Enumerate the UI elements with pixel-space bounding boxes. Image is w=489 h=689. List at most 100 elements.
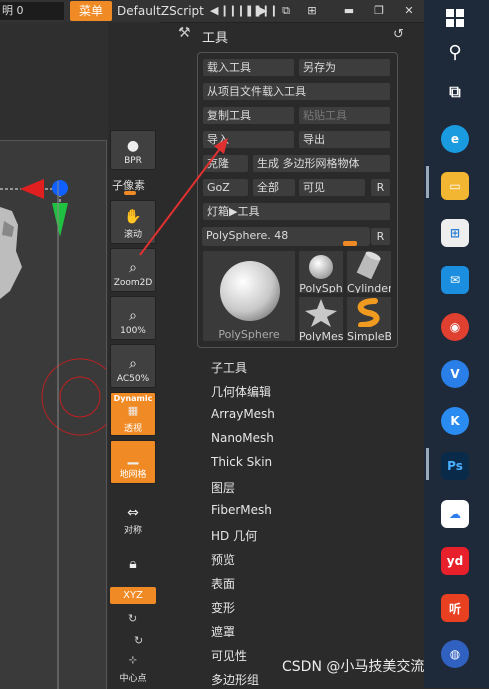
menu-nanomesh[interactable]: NanoMesh <box>211 431 274 445</box>
reset-icon[interactable]: ↺ <box>393 27 404 42</box>
listen-app-icon[interactable]: 听 <box>441 594 469 622</box>
symmetry-arrows-icon: ⇔ <box>127 505 139 521</box>
menu-geometry[interactable]: 几何体编辑 <box>211 383 271 400</box>
menu-subtool[interactable]: 子工具 <box>211 359 247 376</box>
zoom100-button[interactable]: ⌕ 100% <box>110 296 156 340</box>
thumb-simpleb[interactable]: SimpleB <box>346 296 392 342</box>
menu-button[interactable]: 菜单 <box>70 1 112 21</box>
sphere-icon <box>309 255 333 279</box>
copy-tool-button[interactable]: 复制工具 <box>202 106 295 125</box>
goz-all-button[interactable]: 全部 <box>252 178 296 197</box>
goz-button[interactable]: GoZ <box>202 178 249 197</box>
viewport-gizmo <box>0 179 106 689</box>
thumb-cylinder[interactable]: Cylinder <box>346 250 392 294</box>
photoshop-icon[interactable]: Ps <box>441 452 469 480</box>
layout-icon[interactable]: ⧉ <box>276 3 296 19</box>
save-as-button[interactable]: 另存为 <box>298 58 391 77</box>
brush-field[interactable]: 明 0 <box>0 2 64 20</box>
rotate-z-icon[interactable]: ↻ <box>134 634 143 647</box>
goz-visible-button[interactable]: 可见 <box>298 178 366 197</box>
edge-icon[interactable]: e <box>441 125 469 153</box>
tool-slider-thumb[interactable] <box>343 241 357 246</box>
menu-thick-skin[interactable]: Thick Skin <box>211 455 272 469</box>
store-icon[interactable]: ⊞ <box>441 219 469 247</box>
k-app-icon[interactable]: K <box>441 407 469 435</box>
restore-icon[interactable]: ❐ <box>372 3 386 19</box>
z-axis-dot <box>52 180 68 196</box>
tool-title[interactable]: 工具 <box>202 27 228 46</box>
head-model <box>0 207 22 299</box>
menu-surface[interactable]: 表面 <box>211 575 235 592</box>
thumb-polysphere-main[interactable]: PolySphere <box>202 250 296 342</box>
slider-r-button[interactable]: R <box>370 227 391 246</box>
menu-polygroups[interactable]: 多边形组 <box>211 671 259 688</box>
lock-button[interactable]: 🔒︎ <box>110 538 156 578</box>
bpr-button[interactable]: ● BPR <box>110 130 156 170</box>
mail-icon[interactable]: ✉ <box>441 266 469 294</box>
search-icon[interactable]: ⚲ <box>441 38 469 66</box>
clone-button[interactable]: 克隆 <box>202 154 249 173</box>
thumb-polysph[interactable]: PolySph <box>298 250 344 294</box>
magnifier-icon: ⌕ <box>129 308 137 324</box>
lightbox-tools-button[interactable]: 灯箱▶工具 <box>202 202 391 221</box>
baidu-netdisk-icon[interactable]: ☁ <box>441 500 469 528</box>
menu-arraymesh[interactable]: ArrayMesh <box>211 407 275 421</box>
minimize-icon[interactable]: ▬ <box>342 3 356 19</box>
cylinder-icon <box>356 251 381 280</box>
make-polymesh-button[interactable]: 生成 多边形网格物体 <box>252 154 391 173</box>
subpixel-slider[interactable] <box>124 191 136 195</box>
magnifier-icon: ⌕ <box>129 260 137 276</box>
perspective-button[interactable]: Dynamic ▦ 透视 <box>110 392 156 436</box>
scroll-right-icon[interactable]: ▶ <box>258 3 268 19</box>
menu-deformation[interactable]: 变形 <box>211 599 235 616</box>
canvas[interactable] <box>0 140 107 689</box>
center-point-button[interactable]: ⊹ 中心点 <box>110 655 156 688</box>
palette-handle-icon[interactable]: ❙❙❙❚❚❙❙ <box>220 3 279 19</box>
goz-r-button[interactable]: R <box>370 178 391 197</box>
menu-masking[interactable]: 遮罩 <box>211 623 235 640</box>
menu-visibility[interactable]: 可见性 <box>211 647 247 664</box>
ac50-button[interactable]: ⌕ AC50% <box>110 344 156 388</box>
menu-layers[interactable]: 图层 <box>211 479 235 496</box>
zoom2d-button[interactable]: ⌕ Zoom2D <box>110 248 156 292</box>
menu-fibermesh[interactable]: FiberMesh <box>211 503 272 517</box>
watermark: CSDN @小马技美交流 <box>282 659 425 675</box>
floor-icon: ▁ <box>127 449 139 465</box>
script-label: DefaultZScript <box>117 4 204 18</box>
lock-icon: 🔒︎ <box>129 556 137 572</box>
symmetry-button[interactable]: ⇔ 对称 <box>110 496 156 540</box>
menu-hd-geometry[interactable]: HD 几何 <box>211 527 257 544</box>
task-view-icon[interactable]: ⧉ <box>441 78 469 106</box>
file-explorer-icon[interactable]: ▭ <box>441 172 469 200</box>
rotate-y-icon[interactable]: ↻ <box>128 612 137 625</box>
import-button[interactable]: 导入 <box>202 130 295 149</box>
center-icon: ⊹ <box>128 655 138 666</box>
v-app-icon[interactable]: V <box>441 360 469 388</box>
xyz-button[interactable]: XYZ <box>110 587 156 604</box>
y-axis-cone <box>52 203 68 237</box>
hand-icon: ✋ <box>124 209 142 225</box>
active-indicator <box>426 166 429 198</box>
magnifier-icon: ⌕ <box>129 356 137 372</box>
load-tool-button[interactable]: 载入工具 <box>202 58 295 77</box>
preset-icon[interactable]: ⊞ <box>302 3 322 19</box>
menu-preview[interactable]: 预览 <box>211 551 235 568</box>
scroll-left-icon[interactable]: ◀ <box>210 3 218 19</box>
load-from-project-button[interactable]: 从项目文件载入工具 <box>202 82 391 101</box>
globe-icon[interactable]: ◍ <box>441 640 469 668</box>
scroll-button[interactable]: ✋ 滚动 <box>110 200 156 244</box>
windows-start-icon[interactable] <box>441 4 469 32</box>
simplebrush-icon <box>357 298 380 328</box>
export-button[interactable]: 导出 <box>298 130 391 149</box>
perspective-grid-icon: ▦ <box>127 404 139 417</box>
paste-tool-button[interactable]: 粘贴工具 <box>298 106 391 125</box>
youdao-icon[interactable]: yd <box>441 547 469 575</box>
chrome-icon[interactable]: ◉ <box>441 313 469 341</box>
floor-grid-button[interactable]: ▁ 地网格 <box>110 440 156 484</box>
close-icon[interactable]: ✕ <box>402 3 416 19</box>
thumb-polymesh[interactable]: PolyMes <box>298 296 344 342</box>
hammer-icon: ⚒ <box>178 25 191 41</box>
star-icon <box>305 299 337 327</box>
sphere-icon: ● <box>126 138 140 154</box>
active-indicator <box>426 448 429 480</box>
